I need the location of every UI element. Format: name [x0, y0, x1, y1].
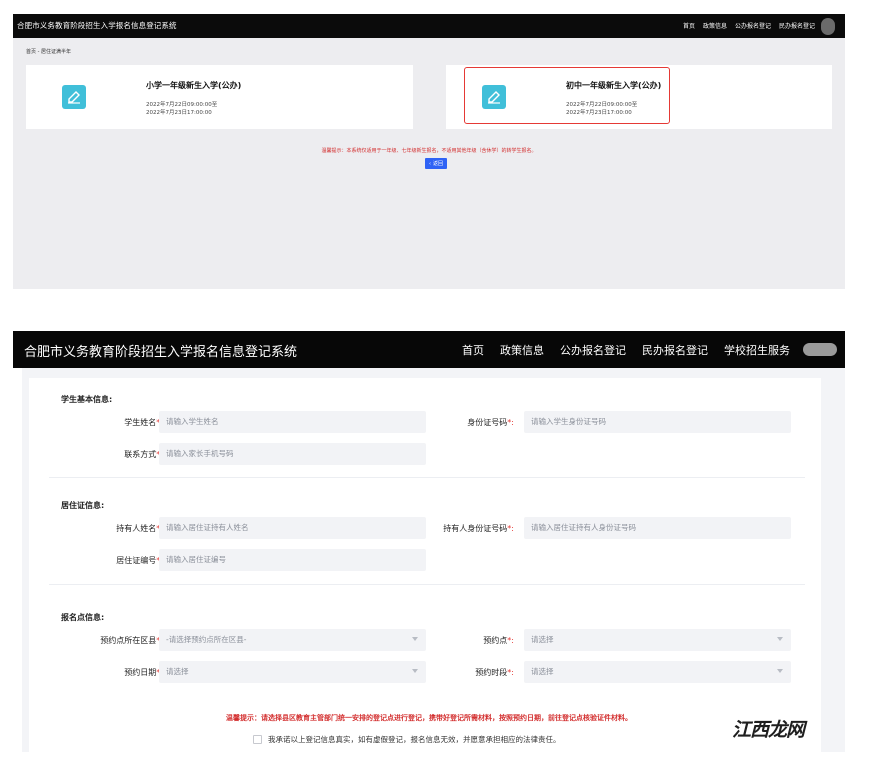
registration-form-page: 合肥市义务教育阶段招生入学报名信息登记系统 首页 政策信息 公办报名登记 民办报… — [13, 331, 845, 752]
chevron-down-icon — [777, 669, 783, 673]
primary-school-card[interactable]: 小学一年级新生入学(公办) 2022年7月22日09:00:00至 2022年7… — [26, 65, 413, 129]
nav-item-home[interactable]: 首页 — [683, 21, 695, 30]
student-name-input[interactable]: 请输入学生姓名 — [159, 411, 426, 433]
section-title-registration: 报名点信息: — [61, 613, 105, 622]
agreement-text: 我承诺以上登记信息真实，如有虚假登记，报名信息无效，并愿意承担相应的法律责任。 — [268, 735, 561, 744]
avatar[interactable] — [821, 18, 835, 35]
slot-label: 预约时段*: — [475, 668, 514, 677]
section-title-residence: 居住证信息: — [61, 501, 105, 510]
contact-input[interactable]: 请输入家长手机号码 — [159, 443, 426, 465]
residence-number-label: 居住证编号*: — [116, 556, 163, 565]
district-select[interactable]: -请选择预约点所在区县- — [159, 629, 426, 651]
nav-item-public-registration[interactable]: 公办报名登记 — [735, 21, 771, 30]
nav-item-private-registration[interactable]: 民办报名登记 — [779, 21, 815, 30]
system-title: 合肥市义务教育阶段招生入学报名信息登记系统 — [17, 21, 177, 30]
date-select[interactable]: 请选择 — [159, 661, 426, 683]
student-id-label: 身份证号码*: — [467, 418, 514, 427]
system-title: 合肥市义务教育阶段招生入学报名信息登记系统 — [24, 345, 298, 360]
notice-text: 温馨提示：请选择县区教育主管部门统一安排的登记点进行登记，携带好登记所需材料，按… — [226, 714, 632, 722]
nav-item-public-registration[interactable]: 公办报名登记 — [560, 342, 626, 358]
student-id-input[interactable]: 请输入学生身份证号码 — [524, 411, 791, 433]
card-start-time: 2022年7月22日09:00:00至 — [146, 102, 218, 108]
edit-document-icon — [482, 85, 506, 109]
chevron-down-icon — [412, 669, 418, 673]
section-divider — [49, 477, 805, 478]
top-navbar: 合肥市义务教育阶段招生入学报名信息登记系统 首页 政策信息 公办报名登记 民办报… — [13, 14, 845, 38]
entry-selection-page: 合肥市义务教育阶段招生入学报名信息登记系统 首页 政策信息 公办报名登记 民办报… — [13, 14, 845, 289]
holder-name-input[interactable]: 请输入居住证持有人姓名 — [159, 517, 426, 539]
nav-menu: 首页 政策信息 公办报名登记 民办报名登记 — [683, 21, 815, 30]
slot-select[interactable]: 请选择 — [524, 661, 791, 683]
contact-label: 联系方式*: — [124, 450, 163, 459]
card-end-time: 2022年7月23日17:00:00 — [566, 110, 632, 116]
top-navbar: 合肥市义务教育阶段招生入学报名信息登记系统 首页 政策信息 公办报名登记 民办报… — [13, 331, 845, 368]
avatar[interactable] — [803, 343, 837, 356]
nav-item-policy[interactable]: 政策信息 — [703, 21, 727, 30]
nav-item-home[interactable]: 首页 — [462, 342, 484, 358]
nav-item-policy[interactable]: 政策信息 — [500, 342, 544, 358]
point-label: 预约点*: — [483, 636, 514, 645]
nav-item-school-service[interactable]: 学校招生服务 — [724, 342, 790, 358]
point-select[interactable]: 请选择 — [524, 629, 791, 651]
nav-item-private-registration[interactable]: 民办报名登记 — [642, 342, 708, 358]
notice-text: 温馨提示：本系统仅适用于一年级、七年级新生报名，不适用其他年级（含休学）的转学生… — [321, 148, 537, 154]
holder-name-label: 持有人姓名*: — [116, 524, 163, 533]
holder-id-label: 持有人身份证号码*: — [443, 524, 514, 533]
chevron-down-icon — [412, 637, 418, 641]
section-divider — [49, 584, 805, 585]
agreement-row: 我承诺以上登记信息真实，如有虚假登记，报名信息无效，并愿意承担相应的法律责任。 — [253, 734, 561, 745]
watermark-logo: 江西龙网 — [732, 719, 805, 741]
back-button-label: 返回 — [432, 161, 443, 167]
nav-menu: 首页 政策信息 公办报名登记 民办报名登记 学校招生服务 — [462, 342, 790, 358]
edit-document-icon — [62, 85, 86, 109]
holder-id-input[interactable]: 请输入居住证持有人身份证号码 — [524, 517, 791, 539]
student-name-label: 学生姓名*: — [124, 418, 163, 427]
date-label: 预约日期*: — [124, 668, 163, 677]
middle-school-card[interactable]: 初中一年级新生入学(公办) 2022年7月22日09:00:00至 2022年7… — [446, 65, 832, 129]
card-end-time: 2022年7月23日17:00:00 — [146, 110, 212, 116]
card-title: 初中一年级新生入学(公办) — [566, 81, 662, 90]
residence-number-input[interactable]: 请输入居住证编号 — [159, 549, 426, 571]
district-label: 预约点所在区县*: — [100, 636, 163, 645]
back-button[interactable]: ‹ 返回 — [425, 158, 447, 169]
card-start-time: 2022年7月22日09:00:00至 — [566, 102, 638, 108]
breadcrumb: 首页 - 居住证满半年 — [26, 49, 71, 55]
section-title-student: 学生基本信息: — [61, 395, 113, 404]
card-title: 小学一年级新生入学(公办) — [146, 81, 242, 90]
chevron-left-icon: ‹ — [428, 160, 431, 167]
chevron-down-icon — [777, 637, 783, 641]
screenshot-stage: 合肥市义务教育阶段招生入学报名信息登记系统 首页 政策信息 公办报名登记 民办报… — [0, 0, 870, 760]
form-card: 学生基本信息: 学生姓名*: 请输入学生姓名 身份证号码*: 请输入学生身份证号… — [29, 378, 821, 752]
agreement-checkbox[interactable] — [253, 735, 262, 744]
